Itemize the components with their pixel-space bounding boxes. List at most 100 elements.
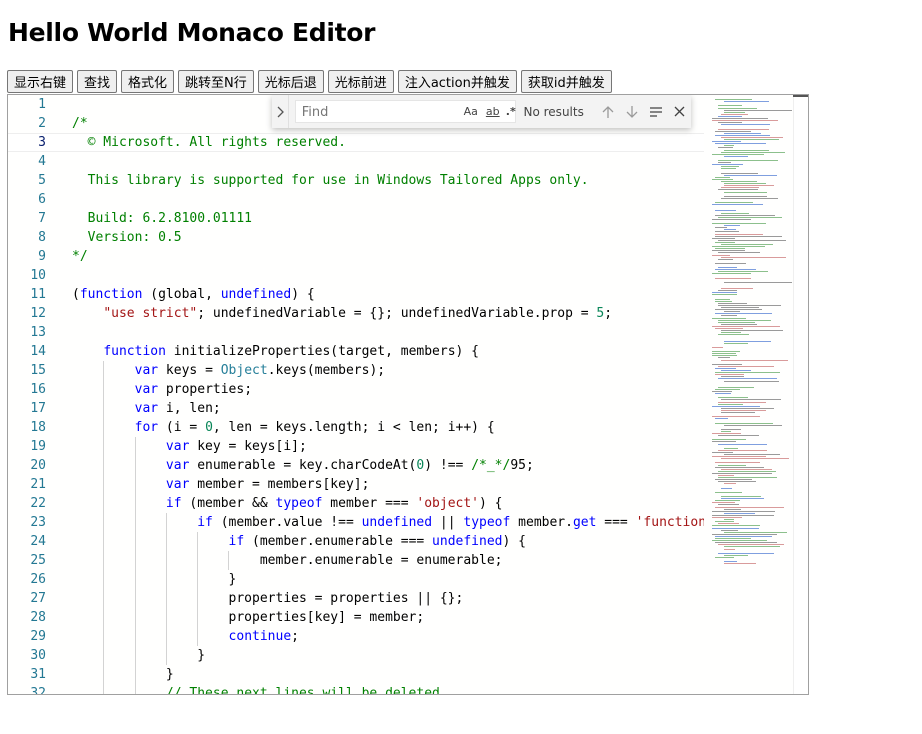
match-case-toggle[interactable]: Aa — [461, 103, 481, 120]
code-line[interactable]: 22 if (member && typeof member === 'obje… — [8, 494, 704, 513]
next-match-button[interactable] — [620, 100, 644, 124]
code-line[interactable]: 19 var key = keys[i]; — [8, 437, 704, 456]
line-number: 4 — [8, 152, 46, 171]
minimap-line — [715, 227, 727, 228]
minimap-line — [718, 252, 760, 253]
code-line[interactable]: 32 // These next lines will be deleted — [8, 684, 704, 694]
code-line[interactable]: 21 var member = members[key]; — [8, 475, 704, 494]
code-token: } — [72, 648, 205, 663]
code-line[interactable]: 24 if (member.enumerable === undefined) … — [8, 532, 704, 551]
minimap-line — [715, 536, 772, 537]
code-line[interactable]: 7 Build: 6.2.8100.01111 — [8, 209, 704, 228]
code-line[interactable]: 29 continue; — [8, 627, 704, 646]
minimap-line — [712, 540, 767, 541]
minimap-line — [724, 546, 780, 547]
line-number: 16 — [8, 380, 46, 399]
cursor-back-button[interactable]: 光标后退 — [258, 70, 324, 93]
minimap-line — [718, 435, 759, 436]
code-token: member = members[key]; — [189, 477, 369, 492]
code-line[interactable]: 12 "use strict"; undefinedVariable = {};… — [8, 304, 704, 323]
minimap-line — [715, 278, 751, 279]
code-line[interactable]: 31 } — [8, 665, 704, 684]
code-token: === — [596, 515, 635, 530]
minimap-line — [712, 511, 775, 512]
code-line[interactable]: 4 — [8, 152, 704, 171]
minimap-line — [724, 101, 769, 102]
get-id-trigger-button[interactable]: 获取id并触发 — [521, 70, 612, 93]
show-context-menu-button[interactable]: 显示右键 — [7, 70, 73, 93]
code-token: typeof — [276, 496, 323, 511]
find-in-selection-button[interactable] — [644, 100, 668, 124]
code-line[interactable]: 15 var keys = Object.keys(members); — [8, 361, 704, 380]
code-line[interactable]: 9*/ — [8, 247, 704, 266]
code-line[interactable]: 5 This library is supported for use in W… — [8, 171, 704, 190]
code-line[interactable]: 30 } — [8, 646, 704, 665]
minimap-line — [724, 532, 787, 533]
minimap-line — [724, 192, 767, 193]
arrow-down-icon — [626, 105, 638, 119]
code-line[interactable]: 8 Version: 0.5 — [8, 228, 704, 247]
minimap-line — [718, 259, 733, 260]
minimap-line — [724, 381, 779, 382]
minimap-line — [721, 488, 732, 489]
minimap[interactable] — [704, 95, 792, 694]
toggle-replace-button[interactable] — [272, 95, 289, 128]
previous-match-button[interactable] — [596, 100, 620, 124]
close-find-button[interactable] — [667, 100, 691, 124]
line-number: 30 — [8, 646, 46, 665]
code-line[interactable]: 17 var i, len; — [8, 399, 704, 418]
code-line[interactable]: 26 } — [8, 570, 704, 589]
code-area[interactable]: 12/*3 © Microsoft. All rights reserved.4… — [8, 95, 704, 694]
minimap-line — [724, 343, 748, 344]
code-line[interactable]: 14 function initializeProperties(target,… — [8, 342, 704, 361]
code-token: typeof — [463, 515, 510, 530]
code-line[interactable]: 13 — [8, 323, 704, 342]
goto-line-button[interactable]: 跳转至N行 — [178, 70, 254, 93]
minimap-line — [724, 519, 734, 520]
find-button[interactable]: 查找 — [77, 70, 117, 93]
code-line[interactable]: 23 if (member.value !== undefined || typ… — [8, 513, 704, 532]
code-line[interactable]: 11(function (global, undefined) { — [8, 285, 704, 304]
code-line[interactable]: 10 — [8, 266, 704, 285]
minimap-line — [724, 563, 756, 564]
vertical-scrollbar[interactable] — [793, 95, 809, 694]
code-token: (member && — [182, 496, 276, 511]
minimap-line — [715, 131, 751, 132]
format-button[interactable]: 格式化 — [121, 70, 174, 93]
code-token: function — [80, 287, 143, 302]
minimap-line — [712, 246, 765, 247]
code-token: member.enumerable = enumerable; — [72, 553, 502, 568]
code-line[interactable]: 6 — [8, 190, 704, 209]
minimap-line — [724, 549, 735, 550]
monaco-editor[interactable]: 12/*3 © Microsoft. All rights reserved.4… — [7, 94, 809, 695]
whole-word-toggle[interactable]: ab — [483, 103, 503, 120]
minimap-line — [721, 288, 753, 289]
minimap-line — [718, 322, 755, 323]
minimap-line — [712, 534, 777, 535]
inject-action-button[interactable]: 注入action并触发 — [398, 70, 517, 93]
line-content: var member = members[key]; — [72, 475, 369, 494]
code-line[interactable]: 18 for (i = 0, len = keys.length; i < le… — [8, 418, 704, 437]
code-line[interactable]: 3 © Microsoft. All rights reserved. — [8, 133, 704, 152]
minimap-line — [724, 341, 771, 342]
line-content: if (member.enumerable === undefined) { — [72, 532, 526, 551]
code-line[interactable]: 16 var properties; — [8, 380, 704, 399]
minimap-line — [718, 147, 733, 148]
code-token: properties; — [158, 382, 252, 397]
line-number: 6 — [8, 190, 46, 209]
code-line[interactable]: 25 member.enumerable = enumerable; — [8, 551, 704, 570]
code-token: This library is supported for use in Win… — [72, 173, 589, 188]
cursor-forward-button[interactable]: 光标前进 — [328, 70, 394, 93]
code-token: var — [166, 477, 189, 492]
find-input[interactable] — [296, 102, 448, 123]
regex-toggle[interactable]: .* — [502, 103, 520, 120]
code-line[interactable]: 20 var enumerable = key.charCodeAt(0) !=… — [8, 456, 704, 475]
minimap-line — [724, 229, 736, 230]
minimap-line — [715, 462, 760, 463]
code-token: if — [197, 515, 213, 530]
code-line[interactable]: 28 properties[key] = member; — [8, 608, 704, 627]
code-line[interactable]: 27 properties = properties || {}; — [8, 589, 704, 608]
line-content: var key = keys[i]; — [72, 437, 307, 456]
code-token: enumerable = key.charCodeAt( — [189, 458, 416, 473]
scrollbar-slider[interactable] — [793, 95, 808, 97]
